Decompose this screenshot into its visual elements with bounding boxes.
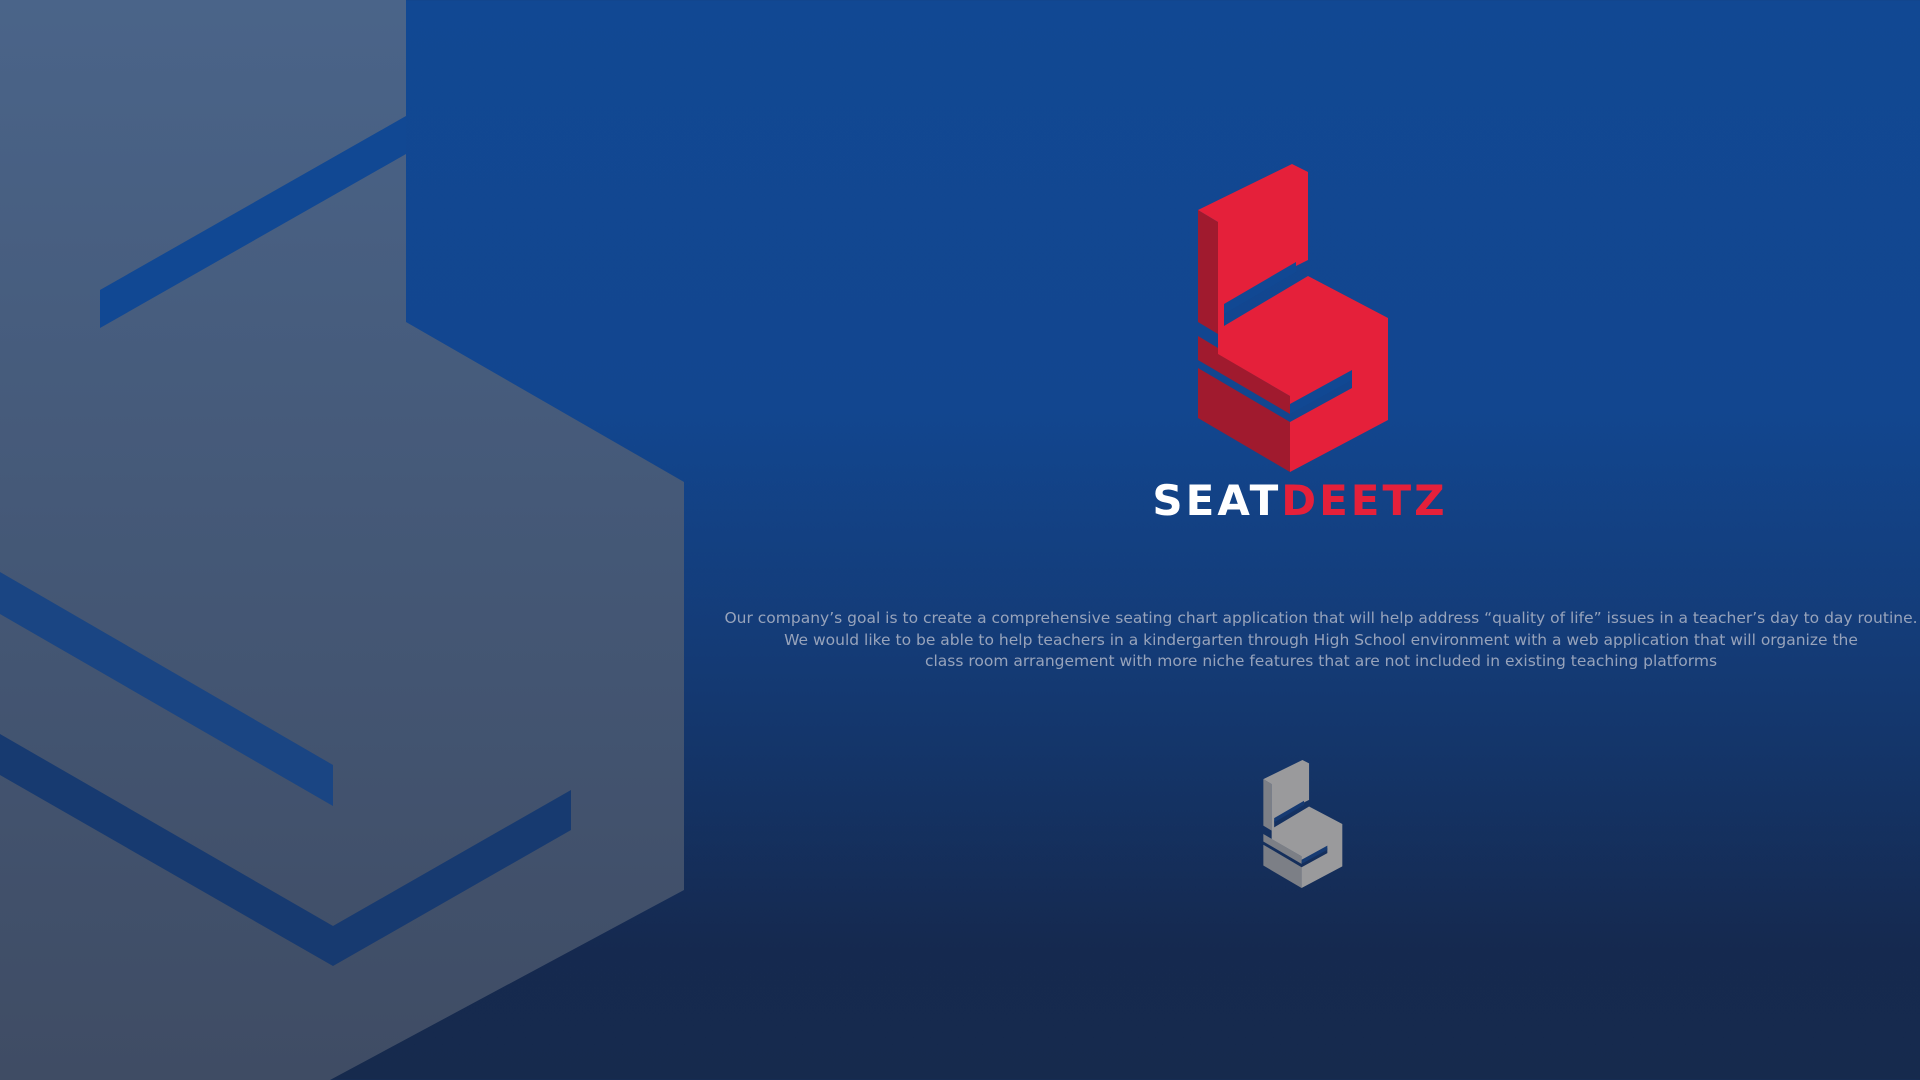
mission-line-1: Our company’s goal is to create a compre… xyxy=(724,609,1918,627)
small-grey-logo-icon xyxy=(1263,760,1343,888)
brand-name-part2: DEETZ xyxy=(1281,476,1448,525)
mission-line-3: class room arrangement with more niche f… xyxy=(924,652,1718,670)
mission-line-2: We would like to be able to help teacher… xyxy=(784,630,1858,649)
background-chair-watermark xyxy=(0,0,684,1080)
mission-statement: Our company’s goal is to create a compre… xyxy=(720,608,1920,673)
brand-name-part1: SEAT xyxy=(1152,476,1282,525)
seatdeetz-logo-icon xyxy=(1198,164,1388,472)
brand-wordmark: SEATDEETZ xyxy=(1100,480,1500,522)
